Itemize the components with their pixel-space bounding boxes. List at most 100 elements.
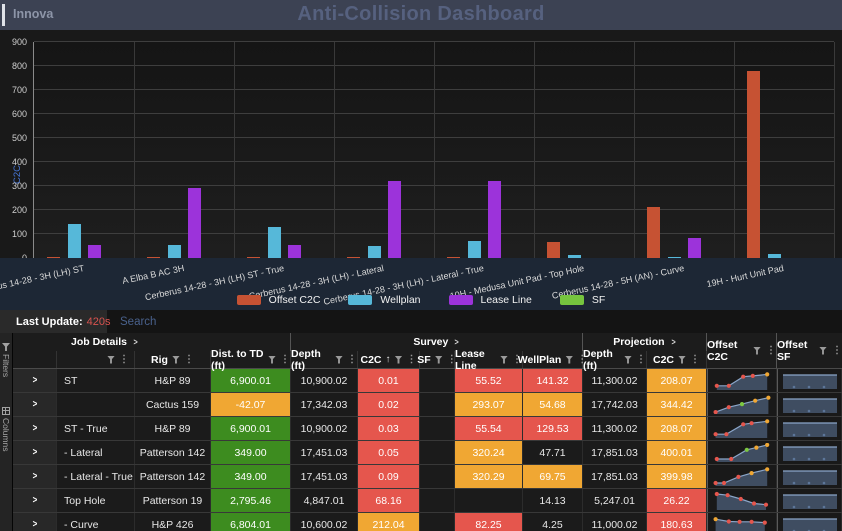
row-expand-button[interactable]: > <box>13 513 57 531</box>
offset-c2c-cell[interactable] <box>707 393 777 416</box>
offset-c2c-cell[interactable] <box>707 441 777 464</box>
c2c-bar-chart: C2C 0100200300400500600700800900 Cerberu… <box>0 30 842 310</box>
filter-funnel-icon[interactable] <box>107 356 115 364</box>
expand-chevron-icon: > <box>32 495 37 506</box>
legend-label: Lease Line <box>481 294 532 306</box>
filter-funnel-icon[interactable] <box>395 356 403 364</box>
name-cell: ST - True <box>57 417 135 440</box>
row-expand-button[interactable]: > <box>13 369 57 392</box>
row-expand-button[interactable]: > <box>13 417 57 440</box>
filter-funnel-icon[interactable] <box>335 356 343 364</box>
row-expand-button[interactable]: > <box>13 393 57 416</box>
column-header[interactable]: Depth (ft)⋮ <box>583 351 647 368</box>
bar-lease-line[interactable] <box>188 188 201 258</box>
depth-cell: 17,451.03 <box>291 441 358 464</box>
filter-funnel-icon[interactable] <box>624 356 632 364</box>
c2c-cell: 0.05 <box>358 441 420 464</box>
kebab-menu-icon[interactable]: ⋮ <box>347 355 357 365</box>
offset-sf-cell[interactable] <box>777 441 842 464</box>
legend-swatch <box>348 295 372 305</box>
group-header-offset-c2c[interactable]: Offset C2C⋮ <box>707 333 777 368</box>
filter-funnel-icon[interactable] <box>565 356 573 364</box>
y-tick-label: 400 <box>12 157 27 167</box>
lease-cell: 293.07 <box>455 393 523 416</box>
column-header[interactable]: SF⋮ <box>420 351 455 368</box>
column-header[interactable]: C2C↑⋮ <box>358 351 420 368</box>
table-row: >Top HolePatterson 192,795.464,847.0168.… <box>13 489 842 513</box>
x-axis-label-text: A Elba B AC 3H <box>121 263 185 286</box>
offset-c2c-cell[interactable] <box>707 465 777 488</box>
offset-sf-cell[interactable] <box>777 465 842 488</box>
row-expand-button[interactable]: > <box>13 465 57 488</box>
filter-funnel-icon[interactable] <box>268 356 276 364</box>
kebab-menu-icon[interactable]: ⋮ <box>119 355 129 365</box>
filter-funnel-icon[interactable] <box>753 347 761 355</box>
expand-chevron-icon: > <box>32 375 37 386</box>
column-header-label: C2C <box>653 354 674 366</box>
bar-lease-line[interactable] <box>88 245 101 258</box>
bar-wellplan[interactable] <box>168 245 181 258</box>
depth-cell: 17,342.03 <box>291 393 358 416</box>
offset-c2c-cell[interactable] <box>707 489 777 512</box>
column-header[interactable]: Rig⋮ <box>135 351 211 368</box>
filter-funnel-icon[interactable] <box>500 356 508 364</box>
bar-lease-line[interactable] <box>388 181 401 258</box>
offset-sf-cell[interactable] <box>777 393 842 416</box>
name-cell: - Lateral - True <box>57 465 135 488</box>
group-header-survey[interactable]: Survey> <box>291 333 583 351</box>
kebab-menu-icon[interactable]: ⋮ <box>184 355 194 365</box>
columns-label: Columns <box>1 418 11 452</box>
legend-item-sf[interactable]: SF <box>560 294 605 306</box>
legend-item-offset-c2c[interactable]: Offset C2C <box>237 294 321 306</box>
column-header[interactable]: ⋮ <box>57 351 135 368</box>
bar-wellplan[interactable] <box>368 246 381 258</box>
last-update-value: 420s <box>87 316 111 328</box>
kebab-menu-icon[interactable]: ⋮ <box>407 355 417 365</box>
search-input[interactable] <box>118 315 342 329</box>
column-header[interactable]: Lease Line⋮ <box>455 351 523 368</box>
row-expand-button[interactable]: > <box>13 489 57 512</box>
c2c-cell: 0.09 <box>358 465 420 488</box>
filter-funnel-icon[interactable] <box>819 347 827 355</box>
legend-item-wellplan[interactable]: Wellplan <box>348 294 420 306</box>
y-tick-label: 800 <box>12 61 27 71</box>
bar-offset-c2c[interactable] <box>547 242 560 258</box>
column-header[interactable]: Depth (ft)⋮ <box>291 351 358 368</box>
column-header[interactable]: Dist. to TD (ft)⋮ <box>211 351 291 368</box>
offset-sf-cell[interactable] <box>777 489 842 512</box>
filter-funnel-icon[interactable] <box>172 356 180 364</box>
kebab-menu-icon[interactable]: ⋮ <box>690 355 700 365</box>
bar-offset-c2c[interactable] <box>747 71 760 258</box>
filter-funnel-icon[interactable] <box>435 356 443 364</box>
offset-c2c-cell[interactable] <box>707 417 777 440</box>
offset-c2c-cell[interactable] <box>707 369 777 392</box>
pdepth-cell: 17,742.03 <box>583 393 647 416</box>
row-expand-button[interactable]: > <box>13 441 57 464</box>
column-header[interactable]: C2C ⋮ <box>647 351 707 368</box>
offset-sf-cell[interactable] <box>777 369 842 392</box>
bar-wellplan[interactable] <box>468 241 481 258</box>
offset-sf-cell[interactable] <box>777 417 842 440</box>
offset-sf-cell[interactable] <box>777 513 842 531</box>
legend-item-lease-line[interactable]: Lease Line <box>449 294 532 306</box>
group-header-offset-sf[interactable]: Offset SF ⋮ <box>777 333 842 368</box>
y-tick-label: 200 <box>12 205 27 215</box>
pdepth-cell: 11,300.02 <box>583 369 647 392</box>
offset-sf-sparkline <box>782 419 838 438</box>
bar-wellplan[interactable] <box>268 227 281 258</box>
bar-lease-line[interactable] <box>488 181 501 258</box>
columns-tool[interactable]: Columns <box>1 407 11 452</box>
column-header[interactable]: WellPlan⋮ <box>523 351 583 368</box>
bar-wellplan[interactable] <box>68 224 81 258</box>
group-header-label: Offset SF <box>777 339 814 363</box>
kebab-menu-icon[interactable]: ⋮ <box>832 346 842 356</box>
bar-lease-line[interactable] <box>288 245 301 258</box>
bar-lease-line[interactable] <box>688 238 701 258</box>
bar-offset-c2c[interactable] <box>647 207 660 258</box>
kebab-menu-icon[interactable]: ⋮ <box>636 355 646 365</box>
filter-funnel-icon[interactable] <box>678 356 686 364</box>
kebab-menu-icon[interactable]: ⋮ <box>280 355 290 365</box>
offset-c2c-cell[interactable] <box>707 513 777 531</box>
filters-tool[interactable]: Filters <box>1 343 11 377</box>
kebab-menu-icon[interactable]: ⋮ <box>766 346 776 356</box>
